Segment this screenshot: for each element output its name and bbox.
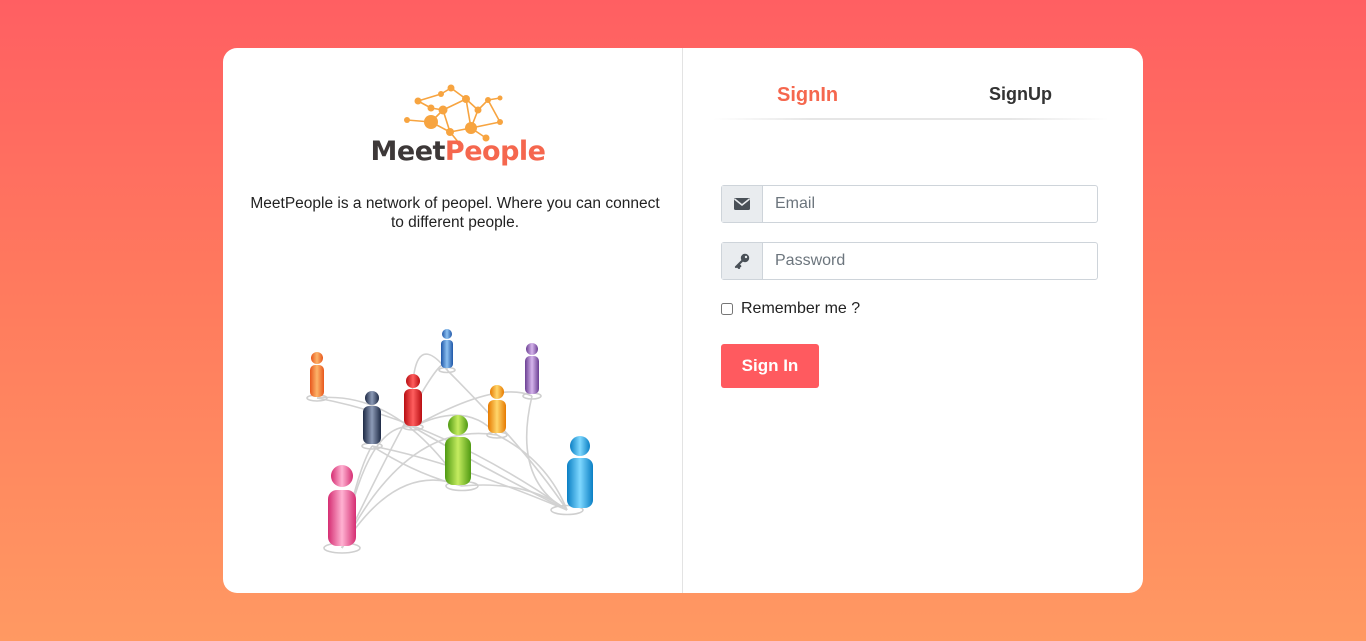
email-field-group [721,185,1098,223]
tab-divider [713,118,1109,120]
remember-checkbox[interactable] [721,303,733,315]
brand-name-part2: People [444,136,546,167]
sign-in-button[interactable]: Sign In [721,344,819,388]
remember-me[interactable]: Remember me ? [721,300,860,318]
envelope-icon [722,186,763,222]
email-input[interactable] [763,186,1097,222]
brand-name-part1: Meet [370,136,446,167]
auth-panel: SignIn SignUp Remember me ? Sign In [683,48,1143,593]
password-input[interactable] [763,243,1097,279]
remember-label: Remember me ? [741,300,861,317]
brand-panel: MeetPeople MeetPeople is a network of pe… [223,48,683,593]
tab-signup[interactable]: SignUp [989,84,1052,105]
password-field-group [721,242,1098,280]
auth-tabs: SignIn SignUp [713,84,1109,122]
brand-tagline: MeetPeople is a network of peopel. Where… [250,195,660,231]
key-icon [722,243,763,279]
brand-wordmark: MeetPeople [363,136,553,167]
tab-signin[interactable]: SignIn [777,84,838,107]
people-network-illustration [306,329,593,554]
login-card: MeetPeople MeetPeople is a network of pe… [223,48,1143,593]
